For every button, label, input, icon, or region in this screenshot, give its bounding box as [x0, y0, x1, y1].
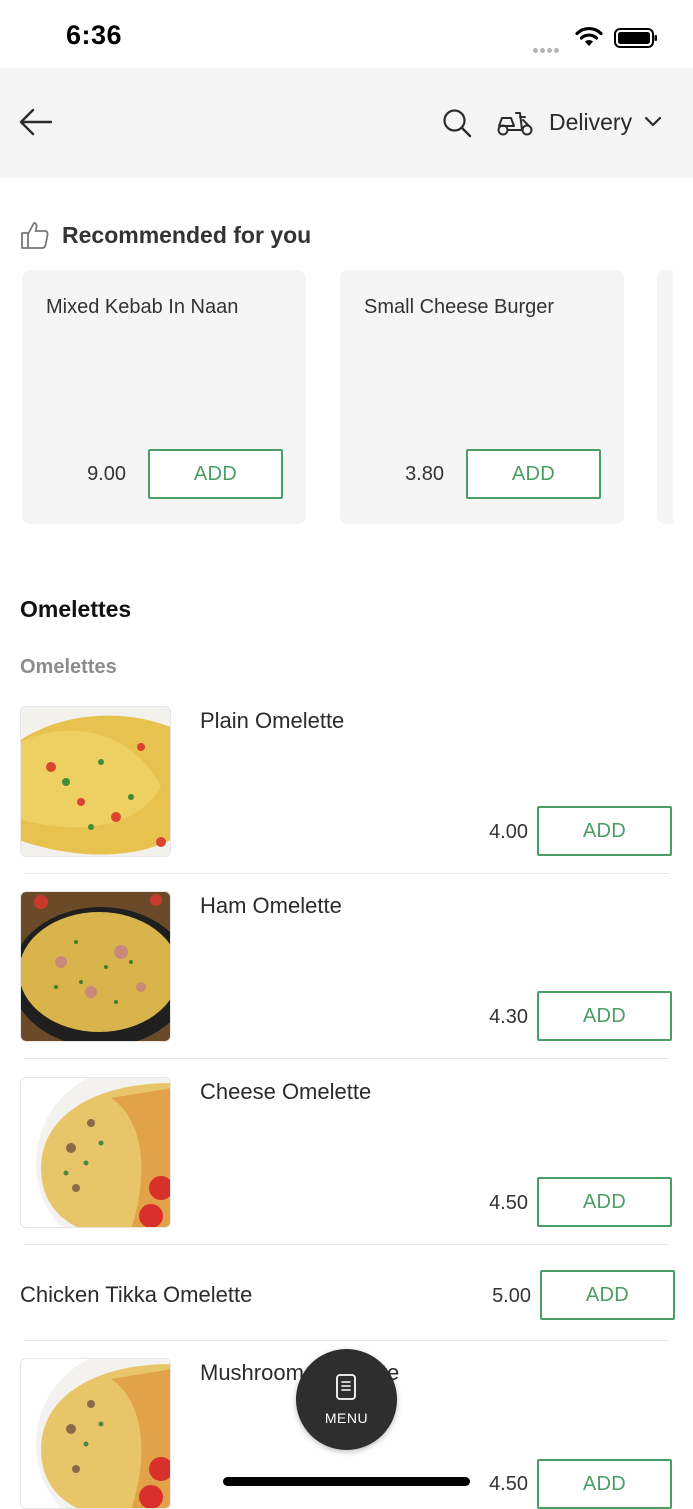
item-name: Cheese Omelette — [200, 1079, 372, 1104]
recommended-item-price: 9.00 — [87, 463, 126, 485]
recommended-header: Recommended for you — [20, 220, 311, 250]
item-price: 4.50 — [489, 1473, 528, 1495]
home-indicator[interactable] — [223, 1477, 470, 1486]
delivery-label: Delivery — [549, 108, 633, 135]
item-name: Ham Omelette — [200, 893, 342, 918]
recommended-item-name: Small Cheese Burger — [364, 296, 555, 318]
item-price: 5.00 — [492, 1285, 531, 1307]
section-title: Omelettes — [20, 596, 132, 622]
add-button[interactable]: ADD — [148, 449, 283, 499]
divider — [24, 873, 669, 874]
recommended-item-name: Mixed Kebab In Naan — [46, 296, 239, 318]
recommended-card[interactable]: Mixed Kebab In Naan 9.00 ADD — [22, 270, 306, 524]
add-button[interactable]: ADD — [537, 1177, 672, 1227]
signal-icon — [533, 40, 561, 58]
menu-item[interactable]: Chicken Tikka Omelette 5.00 ADD — [0, 1270, 693, 1322]
app-header: Delivery — [0, 68, 693, 178]
divider — [24, 1340, 669, 1341]
wifi-icon — [575, 26, 603, 46]
scooter-icon — [497, 112, 533, 136]
status-bar: 6:36 — [0, 0, 693, 68]
add-button[interactable]: ADD — [537, 991, 672, 1041]
add-button[interactable]: ADD — [537, 806, 672, 856]
item-price: 4.50 — [489, 1192, 528, 1214]
add-button[interactable]: ADD — [466, 449, 601, 499]
delivery-mode-selector[interactable]: Delivery — [496, 104, 662, 140]
recommended-item-price: 3.80 — [405, 463, 444, 485]
cheese-omelette-image — [20, 1077, 171, 1228]
divider — [24, 1244, 669, 1245]
divider — [24, 1058, 669, 1059]
item-name: Plain Omelette — [200, 708, 345, 733]
ham-omelette-image — [20, 891, 171, 1042]
back-arrow-icon[interactable] — [18, 106, 54, 138]
item-price: 4.30 — [489, 1006, 528, 1028]
plain-omelette-image — [20, 706, 171, 857]
add-button[interactable]: ADD — [540, 1270, 675, 1320]
status-time: 6:36 — [66, 20, 123, 50]
menu-button[interactable]: MENU — [296, 1349, 397, 1450]
add-button[interactable]: ADD — [537, 1459, 672, 1509]
recommended-card[interactable]: Small Cheese Burger 3.80 ADD — [340, 270, 624, 524]
recommended-card-peek[interactable] — [657, 270, 673, 524]
subsection-title: Omelettes — [20, 656, 117, 678]
thumbs-up-icon — [21, 222, 49, 249]
mushroom-omelette-image — [20, 1358, 171, 1509]
battery-icon — [614, 28, 657, 48]
menu-label: MENU — [324, 1410, 369, 1426]
menu-book-icon — [336, 1374, 356, 1400]
recommended-title: Recommended for you — [62, 221, 312, 248]
item-name: Chicken Tikka Omelette — [20, 1282, 253, 1307]
search-icon[interactable] — [442, 108, 472, 138]
chevron-down-icon — [644, 116, 662, 127]
item-price: 4.00 — [489, 821, 528, 843]
